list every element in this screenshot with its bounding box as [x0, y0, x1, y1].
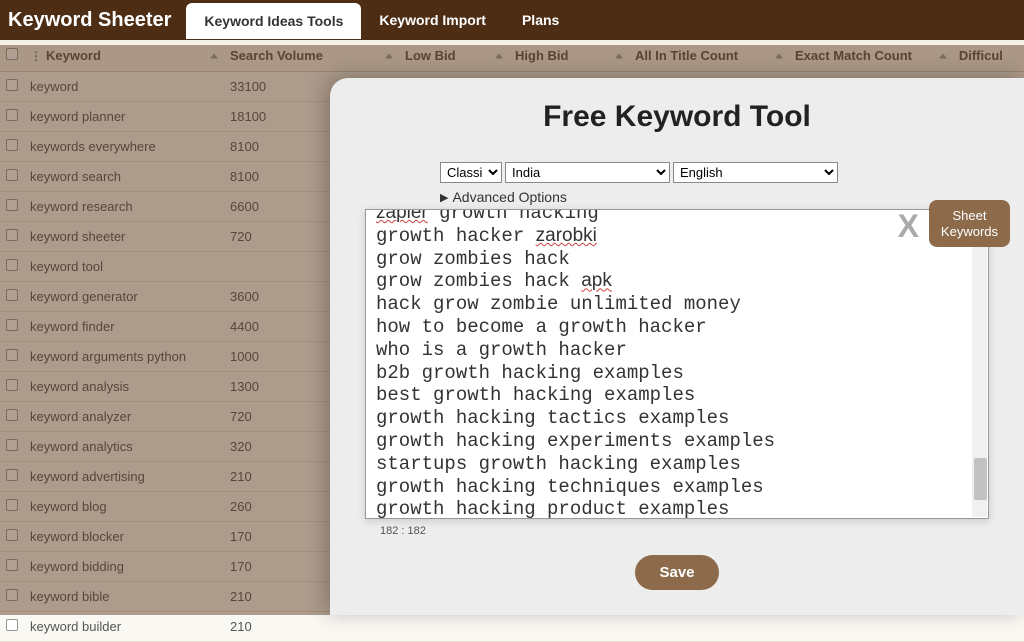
cell-keyword: keyword planner	[24, 102, 224, 132]
cell-keyword: keyword	[24, 72, 224, 102]
cell-keyword: keyword arguments python	[24, 342, 224, 372]
result-counter: 182 : 182	[380, 525, 989, 537]
result-line: growth hacking experiments examples	[376, 430, 978, 453]
row-checkbox[interactable]	[6, 349, 18, 361]
cell-keyword: keyword blocker	[24, 522, 224, 552]
header-high-bid[interactable]: High Bid	[509, 40, 629, 72]
sort-icon[interactable]	[495, 53, 503, 58]
row-checkbox[interactable]	[6, 439, 18, 451]
app-logo: Keyword Sheeter	[8, 9, 171, 32]
sort-icon[interactable]	[210, 53, 218, 58]
cell-keyword: keyword analysis	[24, 372, 224, 402]
modal-controls: Classic India English	[440, 162, 989, 183]
row-checkbox[interactable]	[6, 379, 18, 391]
cell-keyword: keyword analyzer	[24, 402, 224, 432]
tab-keyword-import[interactable]: Keyword Import	[361, 2, 504, 38]
cell-keyword: keyword analytics	[24, 432, 224, 462]
result-line: who is a growth hacker	[376, 339, 978, 362]
header-in-title[interactable]: All In Title Count	[629, 40, 789, 72]
cell-keyword: keyword search	[24, 162, 224, 192]
language-select[interactable]: English	[673, 162, 838, 183]
row-checkbox[interactable]	[6, 169, 18, 181]
tab-plans[interactable]: Plans	[504, 2, 577, 38]
cell-keyword: keyword builder	[24, 612, 224, 642]
sort-icon[interactable]	[939, 53, 947, 58]
row-checkbox[interactable]	[6, 259, 18, 271]
result-line: hack grow zombie unlimited money	[376, 293, 978, 316]
header-low-bid[interactable]: Low Bid	[399, 40, 509, 72]
result-line: grow zombies hack apk	[376, 270, 978, 293]
result-line: startups growth hacking examples	[376, 453, 978, 476]
country-select[interactable]: India	[505, 162, 670, 183]
row-checkbox[interactable]	[6, 319, 18, 331]
cell-keyword: keyword tool	[24, 252, 224, 282]
row-checkbox[interactable]	[6, 289, 18, 301]
row-checkbox[interactable]	[6, 619, 18, 631]
result-line: b2b growth hacking examples	[376, 362, 978, 385]
sort-icon[interactable]	[615, 53, 623, 58]
cell-keyword: keyword bidding	[24, 552, 224, 582]
row-checkbox[interactable]	[6, 559, 18, 571]
table-row[interactable]: keyword builder 210	[0, 612, 1024, 642]
keyword-tool-modal: Free Keyword Tool Classic India English …	[330, 78, 1024, 615]
results-textarea[interactable]: zapier growth hackinggrowth hacker zarob…	[365, 209, 989, 519]
cell-keyword: keyword finder	[24, 312, 224, 342]
menu-dots-icon[interactable]: ⋮	[30, 49, 42, 63]
save-button[interactable]: Save	[635, 555, 718, 590]
row-checkbox[interactable]	[6, 469, 18, 481]
header-keyword[interactable]: ⋮Keyword	[24, 40, 224, 72]
sheet-keywords-button[interactable]: SheetKeywords	[929, 200, 1010, 247]
row-checkbox[interactable]	[6, 109, 18, 121]
cell-volume: 210	[224, 612, 399, 642]
close-icon[interactable]: X	[898, 208, 919, 245]
result-line: growth hacking product examples	[376, 498, 978, 519]
cell-keyword: keyword blog	[24, 492, 224, 522]
tab-keyword-ideas[interactable]: Keyword Ideas Tools	[186, 3, 361, 39]
header: Keyword Sheeter Keyword Ideas Tools Keyw…	[0, 0, 1024, 40]
header-search-volume[interactable]: Search Volume	[224, 40, 399, 72]
result-line: zapier growth hacking	[376, 209, 978, 225]
row-checkbox[interactable]	[6, 499, 18, 511]
header-difficulty[interactable]: Difficul	[953, 40, 1024, 72]
header-exact-match[interactable]: Exact Match Count	[789, 40, 953, 72]
result-line: best growth hacking examples	[376, 384, 978, 407]
modal-title: Free Keyword Tool	[365, 100, 989, 134]
scroll-thumb[interactable]	[974, 458, 987, 500]
header-checkbox[interactable]	[0, 40, 24, 72]
row-checkbox[interactable]	[6, 199, 18, 211]
result-line: grow zombies hack	[376, 248, 978, 271]
cell-keyword: keyword bible	[24, 582, 224, 612]
sort-icon[interactable]	[385, 53, 393, 58]
result-line: how to become a growth hacker	[376, 316, 978, 339]
cell-keyword: keywords everywhere	[24, 132, 224, 162]
row-checkbox[interactable]	[6, 79, 18, 91]
row-checkbox[interactable]	[6, 409, 18, 421]
row-checkbox[interactable]	[6, 139, 18, 151]
row-checkbox[interactable]	[6, 529, 18, 541]
cell-keyword: keyword research	[24, 192, 224, 222]
result-line: growth hacking tactics examples	[376, 407, 978, 430]
result-line: growth hacker zarobki	[376, 225, 978, 248]
advanced-options-toggle[interactable]: Advanced Options	[440, 189, 989, 205]
cell-keyword: keyword generator	[24, 282, 224, 312]
sort-icon[interactable]	[775, 53, 783, 58]
cell-keyword: keyword advertising	[24, 462, 224, 492]
result-line: growth hacking techniques examples	[376, 476, 978, 499]
row-checkbox[interactable]	[6, 229, 18, 241]
cell-keyword: keyword sheeter	[24, 222, 224, 252]
row-checkbox[interactable]	[6, 589, 18, 601]
mode-select[interactable]: Classic	[440, 162, 502, 183]
